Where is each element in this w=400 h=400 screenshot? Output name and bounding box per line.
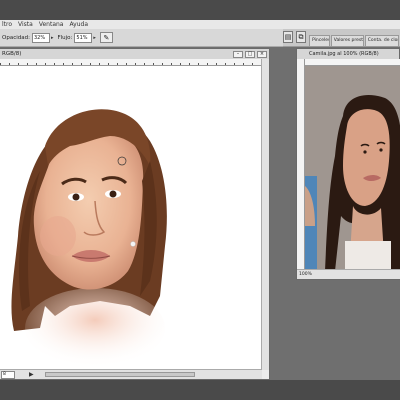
panel-dock: ▤ ⧉ Pinceles Valores prest... Conta. de …	[283, 29, 400, 47]
taskbar-area	[0, 380, 400, 400]
reference-photo[interactable]	[305, 66, 400, 271]
airbrush-icon[interactable]: ✎	[99, 32, 113, 43]
close-button[interactable]: ×	[257, 50, 267, 58]
tab-presets[interactable]: Valores prest...	[330, 35, 364, 46]
reference-document-title[interactable]: Camila.jpg al 100% (RGB/8)	[297, 49, 399, 59]
opacity-field[interactable]: 32%	[31, 32, 50, 43]
status-bar: 8 ▶	[0, 369, 262, 379]
main-document-window: RGB/8) – □ × 8 ▶	[0, 48, 270, 380]
opacity-label: Opacidad:	[2, 34, 30, 41]
tab-brushes[interactable]: Pinceles	[309, 35, 330, 46]
reference-zoom-level[interactable]: 100%	[297, 269, 400, 279]
reference-horizontal-ruler	[305, 59, 400, 66]
main-document-title: RGB/8)	[2, 51, 22, 57]
clone-panel-icon[interactable]: ⧉	[296, 31, 307, 43]
menu-item-view[interactable]: Vista	[18, 21, 33, 28]
minimize-button[interactable]: –	[233, 50, 243, 58]
horizontal-ruler	[0, 59, 262, 66]
vertical-scrollbar[interactable]	[261, 59, 269, 370]
tab-clone-source[interactable]: Conta. de clona	[364, 35, 400, 46]
menu-bar: ltro Vista Ventana Ayuda	[0, 20, 400, 29]
flow-label: Flujo:	[57, 34, 73, 41]
horizontal-scrollbar-thumb[interactable]	[45, 372, 195, 377]
reference-document-window: Camila.jpg al 100% (RGB/8) 100%	[296, 48, 400, 280]
tool-options-bar: Opacidad: 32% ▸ Flujo: 51% ▸ ✎	[0, 29, 283, 47]
reference-photo-image	[305, 66, 400, 271]
status-menu-arrow-icon[interactable]: ▶	[29, 371, 34, 378]
brush-panel-icon[interactable]: ▤	[283, 31, 294, 43]
caricature-painting	[11, 109, 167, 368]
flow-dropdown-icon[interactable]: ▸	[93, 35, 96, 41]
app-header-bar	[0, 0, 400, 20]
menu-item-filter[interactable]: ltro	[2, 21, 12, 28]
maximize-button[interactable]: □	[245, 50, 255, 58]
opacity-dropdown-icon[interactable]: ▸	[51, 35, 54, 41]
zoom-level-field[interactable]: 8	[1, 370, 15, 379]
menu-item-help[interactable]: Ayuda	[69, 21, 88, 28]
menu-item-window[interactable]: Ventana	[39, 21, 64, 28]
painting-canvas[interactable]	[0, 66, 262, 370]
main-document-title-bar[interactable]: RGB/8) – □ ×	[0, 49, 269, 59]
reference-vertical-ruler	[297, 59, 305, 271]
flow-field[interactable]: 51%	[74, 32, 93, 43]
